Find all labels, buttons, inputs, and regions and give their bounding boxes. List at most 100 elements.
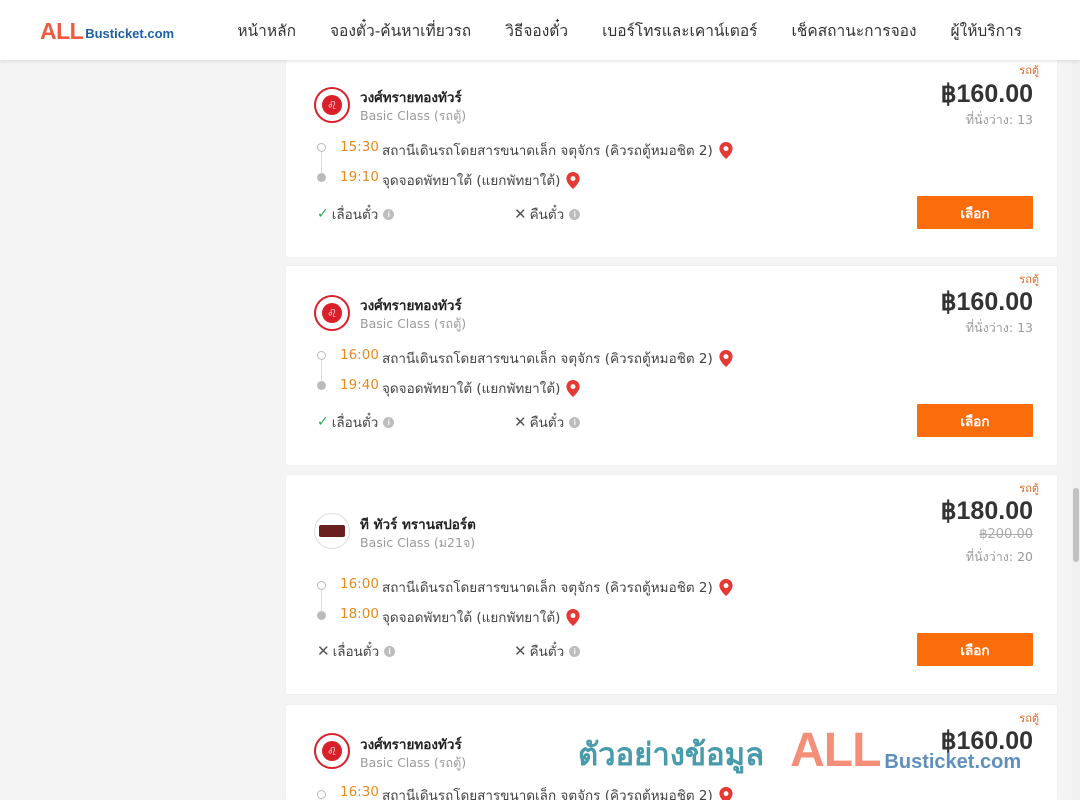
select-trip-button[interactable]: เลือก — [917, 404, 1033, 437]
refund-label: คืนตั๋ว — [529, 644, 565, 660]
vehicle-type-badge: รถตู้ — [1019, 482, 1039, 495]
arrival-stop-label: จุดจอดพัทยาใต้ (แยกพัทยาใต้) — [382, 381, 561, 397]
departure-stop-label: สถานีเดินรถโดยสารขนาดเล็ก จตุจักร (คิวรถ… — [382, 580, 713, 596]
reschedule-label: เลื่อนตั๋ว — [331, 207, 379, 223]
page-scrollbar[interactable] — [1072, 60, 1080, 800]
arrival-stop: จุดจอดพัทยาใต้ (แยกพัทยาใต้) — [382, 606, 580, 628]
scrollbar-thumb[interactable] — [1073, 488, 1079, 562]
main-nav: หน้าหลัก จองตั๋ว-ค้นหาเที่ยวรถ วิธีจองตั… — [203, 0, 1022, 60]
seats-available: ที่นั่งว่าง: 20 — [965, 549, 1033, 564]
check-icon: ✓ — [317, 206, 329, 222]
service-class: Basic Class (รถตู้) — [360, 108, 467, 123]
arrival-time: 19:40 — [340, 377, 379, 393]
original-price: ฿200.00 — [979, 527, 1033, 542]
nav-book-search[interactable]: จองตั๋ว-ค้นหาเที่ยวรถ — [330, 18, 471, 43]
operator-logo: ♌ — [314, 295, 350, 331]
trip-card: รถตู้ ที ทัวร์ ทรานสปอร์ต Basic Class (ม… — [286, 475, 1057, 694]
reschedule-policy: ✓ เลื่อนตั๋ว i — [317, 411, 395, 433]
close-icon: ✕ — [514, 642, 527, 660]
arrival-stop-label: จุดจอดพัทยาใต้ (แยกพัทยาใต้) — [382, 173, 561, 189]
lion-icon: ♌ — [322, 95, 342, 115]
select-trip-button[interactable]: เลือก — [917, 633, 1033, 666]
nav-operators[interactable]: ผู้ให้บริการ — [951, 18, 1022, 43]
logo-busticket-text: Busticket.com — [85, 26, 175, 41]
arrival-time: 19:10 — [340, 169, 379, 185]
site-logo[interactable]: ALL Busticket.com — [40, 19, 174, 43]
check-icon: ✓ — [317, 414, 329, 430]
select-trip-button[interactable]: เลือก — [917, 196, 1033, 229]
departure-stop-label: สถานีเดินรถโดยสารขนาดเล็ก จตุจักร (คิวรถ… — [382, 143, 713, 159]
operator-name: วงศ์ทรายทองทัวร์ — [360, 298, 462, 314]
route-line — [321, 588, 322, 612]
seats-available: ที่นั่งว่าง: 13 — [965, 112, 1033, 127]
map-pin-icon[interactable] — [719, 141, 733, 159]
operator-name: ที ทัวร์ ทรานสปอร์ต — [360, 517, 476, 533]
refund-policy: ✕ คืนตั๋ว i — [514, 203, 581, 225]
refund-label: คืนตั๋ว — [529, 207, 565, 223]
service-class: Basic Class (รถตู้) — [360, 316, 467, 331]
refund-policy: ✕ คืนตั๋ว i — [514, 640, 581, 662]
arrival-stop: จุดจอดพัทยาใต้ (แยกพัทยาใต้) — [382, 169, 580, 191]
map-pin-icon[interactable] — [719, 349, 733, 367]
map-pin-icon[interactable] — [566, 379, 580, 397]
close-icon: ✕ — [514, 205, 527, 223]
nav-check-booking[interactable]: เช็คสถานะการจอง — [792, 18, 917, 43]
ticket-price: ฿160.00 — [940, 80, 1033, 108]
operator-logo — [314, 513, 350, 549]
origin-dot — [317, 581, 326, 590]
reschedule-label: เลื่อนตั๋ว — [332, 644, 380, 660]
departure-time: 16:30 — [340, 784, 379, 800]
lion-icon: ♌ — [322, 303, 342, 323]
departure-stop-label: สถานีเดินรถโดยสารขนาดเล็ก จตุจักร (คิวรถ… — [382, 351, 713, 367]
seats-available: ที่นั่งว่าง: 13 — [965, 320, 1033, 335]
operator-logo: ♌ — [314, 87, 350, 123]
departure-time: 16:00 — [340, 347, 379, 363]
vehicle-type-badge: รถตู้ — [1019, 273, 1039, 286]
arrival-stop-label: จุดจอดพัทยาใต้ (แยกพัทยาใต้) — [382, 610, 561, 626]
lion-icon: ♌ — [322, 741, 342, 761]
vehicle-type-badge: รถตู้ — [1019, 64, 1039, 77]
departure-time: 16:00 — [340, 576, 379, 592]
ticket-price: ฿160.00 — [940, 727, 1033, 755]
info-icon[interactable]: i — [384, 645, 396, 657]
destination-dot — [317, 381, 326, 390]
nav-home[interactable]: หน้าหลัก — [237, 18, 296, 43]
trip-card: รถตู้ ♌ วงศ์ทรายทองทัวร์ Basic Class (รถ… — [286, 266, 1057, 465]
info-icon[interactable]: i — [569, 416, 581, 428]
service-class: Basic Class (ม21จ) — [360, 535, 476, 550]
departure-stop: สถานีเดินรถโดยสารขนาดเล็ก จตุจักร (คิวรถ… — [382, 576, 733, 598]
arrival-time: 18:00 — [340, 606, 379, 622]
refund-label: คืนตั๋ว — [529, 415, 565, 431]
map-pin-icon[interactable] — [566, 171, 580, 189]
close-icon: ✕ — [317, 642, 330, 660]
operator-logo: ♌ — [314, 733, 350, 769]
map-pin-icon[interactable] — [566, 608, 580, 626]
departure-stop-label: สถานีเดินรถโดยสารขนาดเล็ก จตุจักร (คิวรถ… — [382, 788, 713, 800]
info-icon[interactable]: i — [383, 208, 395, 220]
reschedule-policy: ✓ เลื่อนตั๋ว i — [317, 203, 395, 225]
logo-all-text: ALL — [40, 18, 84, 44]
bus-icon — [319, 525, 345, 537]
operator-name: วงศ์ทรายทองทัวร์ — [360, 90, 462, 106]
departure-stop: สถานีเดินรถโดยสารขนาดเล็ก จตุจักร (คิวรถ… — [382, 347, 733, 369]
route-line — [321, 358, 322, 382]
close-icon: ✕ — [514, 413, 527, 431]
route-line — [321, 150, 322, 174]
vehicle-type-badge: รถตู้ — [1019, 712, 1039, 725]
info-icon[interactable]: i — [383, 416, 395, 428]
refund-policy: ✕ คืนตั๋ว i — [514, 411, 581, 433]
service-class: Basic Class (รถตู้) — [360, 755, 467, 770]
arrival-stop: จุดจอดพัทยาใต้ (แยกพัทยาใต้) — [382, 377, 580, 399]
origin-dot — [317, 143, 326, 152]
info-icon[interactable]: i — [569, 208, 581, 220]
nav-phone-counters[interactable]: เบอร์โทรและเคาน์เตอร์ — [602, 18, 757, 43]
ticket-price: ฿180.00 — [940, 497, 1033, 525]
origin-dot — [317, 351, 326, 360]
map-pin-icon[interactable] — [719, 786, 733, 800]
map-pin-icon[interactable] — [719, 578, 733, 596]
reschedule-label: เลื่อนตั๋ว — [331, 415, 379, 431]
departure-stop: สถานีเดินรถโดยสารขนาดเล็ก จตุจักร (คิวรถ… — [382, 784, 733, 800]
destination-dot — [317, 173, 326, 182]
info-icon[interactable]: i — [569, 645, 581, 657]
nav-how-to-book[interactable]: วิธีจองตั๋ว — [505, 18, 568, 43]
